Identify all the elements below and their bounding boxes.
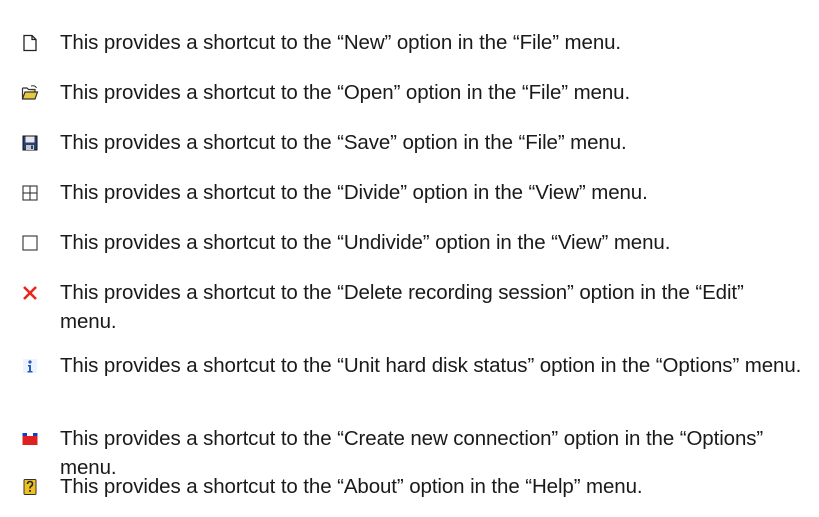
info-icon <box>21 357 39 375</box>
save-disk-icon <box>21 134 39 152</box>
divide-grid-icon <box>21 184 39 202</box>
new-document-icon <box>21 34 39 52</box>
list-item-text: This provides a shortcut to the “Open” o… <box>60 81 631 104</box>
delete-x-icon <box>21 284 39 302</box>
undivide-square-icon <box>21 234 39 252</box>
list-item-text: This provides a shortcut to the “About” … <box>60 475 643 498</box>
new-connection-icon <box>21 430 39 448</box>
list-item-text: This provides a shortcut to the “Delete … <box>60 281 744 333</box>
help-about-icon <box>21 478 39 496</box>
list-item-text: This provides a shortcut to the “Undivid… <box>60 231 671 254</box>
list-item-text: This provides a shortcut to the “Divide”… <box>60 181 648 204</box>
open-folder-icon <box>21 84 39 102</box>
list-item-text: This provides a shortcut to the “New” op… <box>60 31 622 54</box>
list-item-text: This provides a shortcut to the “Save” o… <box>60 131 627 154</box>
list-item-text: This provides a shortcut to the “Unit ha… <box>60 354 802 377</box>
